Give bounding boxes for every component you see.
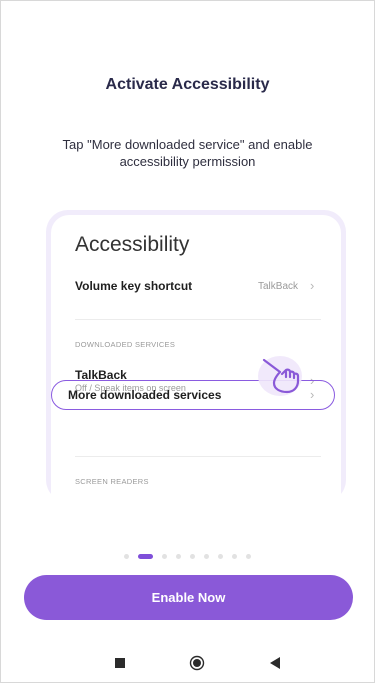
triangle-back-icon [270, 657, 280, 669]
page-dot [124, 553, 129, 559]
page-dot [190, 553, 195, 559]
page-dot [204, 553, 209, 559]
recents-button[interactable] [109, 652, 131, 674]
divider [75, 456, 321, 457]
section-downloaded-services: DOWNLOADED SERVICES [75, 340, 176, 349]
page-title: Activate Accessibility [105, 76, 270, 93]
volume-key-value: TalkBack [258, 281, 299, 292]
back-button[interactable] [264, 652, 286, 674]
settings-heading: Accessibility [75, 233, 190, 256]
page-dot [218, 553, 223, 559]
page-dot [246, 553, 251, 559]
page-dot [162, 553, 167, 559]
enable-now-button[interactable]: Enable Now [24, 575, 353, 620]
square-icon [115, 658, 125, 668]
volume-key-label: Volume key shortcut [75, 279, 193, 293]
page-dot [176, 553, 181, 559]
page-dot-active [138, 553, 153, 559]
pointing-hand-icon [258, 356, 302, 396]
circle-icon [189, 655, 205, 671]
divider [75, 319, 321, 320]
chevron-right-icon: › [310, 278, 315, 293]
section-screen-readers: SCREEN READERS [75, 477, 149, 486]
system-navigation-bar [0, 652, 375, 674]
page-indicator [0, 553, 375, 559]
instruction-text: Tap "More downloaded service" and enable… [62, 137, 313, 169]
home-button[interactable] [186, 652, 208, 674]
page-dot [232, 553, 237, 559]
